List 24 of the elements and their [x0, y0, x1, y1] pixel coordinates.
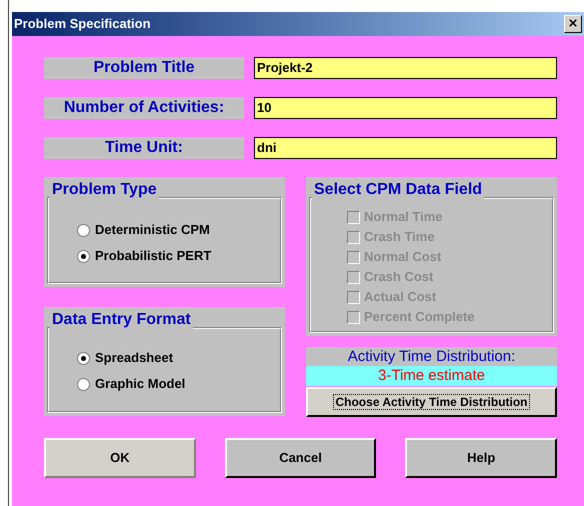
close-button[interactable]: × [564, 15, 582, 33]
field-label: Number of Activities: [44, 97, 244, 119]
dialog-button[interactable]: Cancel [224, 438, 376, 478]
text-field[interactable]: Projekt-2 [254, 57, 557, 79]
text-field[interactable]: dni [254, 137, 557, 159]
distribution-label: Activity Time Distribution: [306, 347, 557, 366]
field-label: Time Unit: [44, 137, 244, 159]
group-title: Select CPM Data Field [312, 179, 484, 201]
group-title: Problem Type [50, 179, 159, 201]
field-label: Problem Title [44, 57, 244, 79]
text-field[interactable]: 10 [254, 97, 557, 119]
distribution-value: 3-Time estimate [306, 366, 557, 386]
window-title: Problem Specification [14, 15, 151, 34]
dialog-button[interactable]: Help [405, 438, 558, 478]
dialog-button[interactable]: OK [44, 438, 196, 478]
radio-button[interactable] [77, 378, 90, 390]
radio-label: Spreadsheet [95, 349, 174, 368]
radio-button[interactable] [77, 224, 90, 236]
radio-button[interactable] [77, 250, 90, 262]
radio-label: Deterministic CPM [95, 221, 210, 240]
radio-label: Graphic Model [95, 375, 186, 394]
choose-distribution-button[interactable]: Choose Activity Time Distribution [306, 387, 557, 417]
radio-button[interactable] [77, 352, 90, 364]
radio-label: Probabilistic PERT [95, 247, 212, 266]
